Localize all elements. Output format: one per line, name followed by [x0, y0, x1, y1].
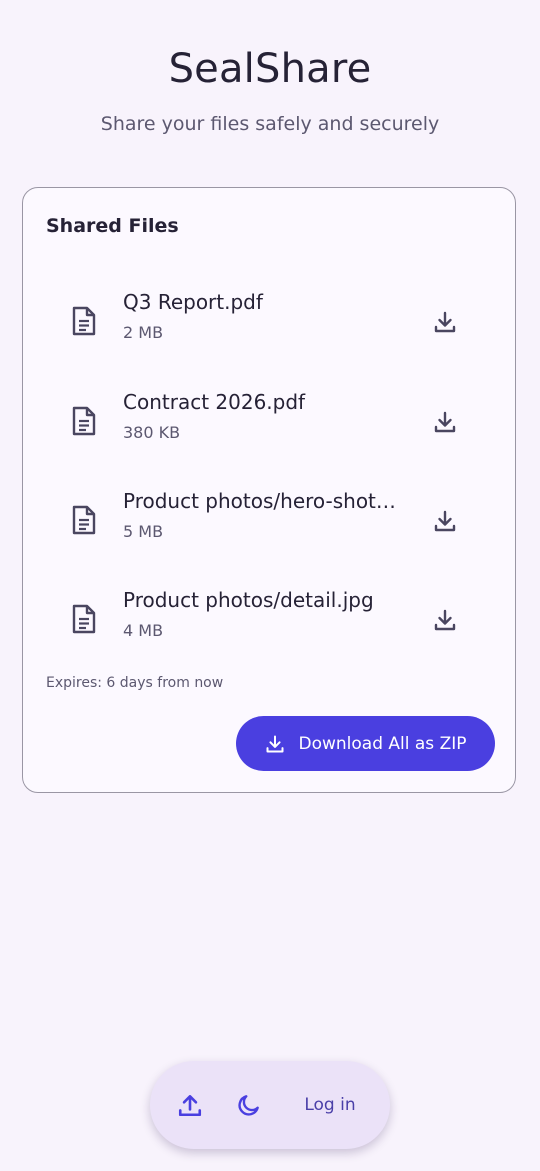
app-subtitle: Share your files safely and securely	[100, 113, 440, 135]
download-icon	[434, 510, 456, 532]
document-icon	[72, 406, 96, 436]
file-download-button[interactable]	[423, 598, 467, 642]
file-row: Product photos/hero-shot.jpg 5 MB	[23, 475, 515, 555]
shared-files-card: Shared Files Q3 Report.pdf 2 MB Contract…	[22, 187, 516, 793]
file-name: Product photos/detail.jpg	[123, 588, 374, 612]
file-size: 2 MB	[123, 323, 164, 342]
file-size: 380 KB	[123, 423, 181, 442]
upload-button[interactable]	[168, 1083, 212, 1127]
download-icon	[266, 735, 283, 752]
app-title: SealShare	[168, 46, 372, 92]
file-download-button[interactable]	[423, 400, 467, 444]
file-name: Q3 Report.pdf	[123, 290, 263, 314]
file-row: Product photos/detail.jpg 4 MB	[23, 574, 515, 654]
download-icon	[434, 311, 456, 333]
login-button[interactable]: Log in	[290, 1083, 370, 1127]
file-size: 5 MB	[123, 522, 164, 541]
document-icon	[72, 306, 96, 336]
file-name: Product photos/hero-shot.jpg	[123, 489, 398, 513]
download-all-zip-label: Download All as ZIP	[298, 733, 467, 754]
upload-icon	[178, 1095, 202, 1117]
download-all-zip-button[interactable]: Download All as ZIP	[236, 716, 495, 771]
login-label: Log in	[304, 1095, 356, 1115]
download-icon	[434, 609, 456, 631]
document-icon	[72, 505, 96, 535]
moon-icon	[238, 1095, 259, 1116]
file-size: 4 MB	[123, 621, 164, 640]
document-icon	[72, 604, 96, 634]
file-download-button[interactable]	[423, 300, 467, 344]
card-title: Shared Files	[46, 215, 179, 237]
theme-toggle-button[interactable]	[227, 1083, 271, 1127]
bottom-action-bar: Log in	[150, 1061, 390, 1149]
file-name: Contract 2026.pdf	[123, 390, 306, 414]
download-icon	[434, 411, 456, 433]
file-download-button[interactable]	[423, 499, 467, 543]
file-row: Contract 2026.pdf 380 KB	[23, 376, 515, 456]
expiry-note: Expires: 6 days from now	[46, 675, 224, 691]
file-row: Q3 Report.pdf 2 MB	[23, 276, 515, 356]
